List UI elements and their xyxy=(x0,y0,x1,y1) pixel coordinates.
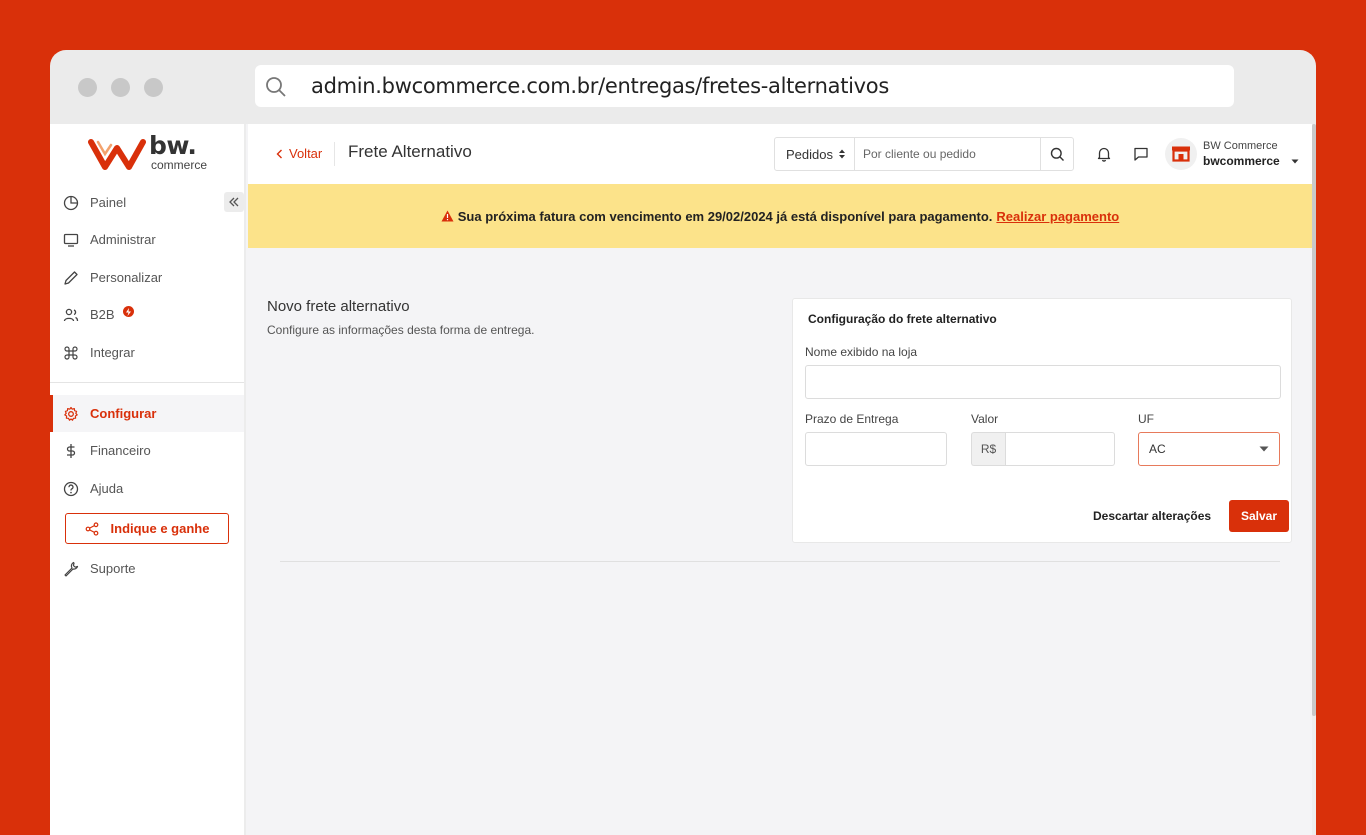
account-menu[interactable]: BW Commerce bwcommerce xyxy=(1203,139,1280,169)
sidebar-item-configurar[interactable]: Configurar xyxy=(50,395,244,432)
bw-logo-icon xyxy=(88,139,146,170)
section-title: Novo frete alternativo xyxy=(267,298,410,315)
window-controls xyxy=(78,78,163,97)
discard-changes-button[interactable]: Descartar alterações xyxy=(1093,509,1211,523)
currency-prefix: R$ xyxy=(971,432,1005,466)
sidebar-item-label: Personalizar xyxy=(90,270,163,285)
sidebar-divider xyxy=(50,382,244,383)
window-minimize-dot[interactable] xyxy=(111,78,130,97)
pencil-icon xyxy=(63,270,79,286)
search-scope-select[interactable]: Pedidos xyxy=(775,138,855,170)
sidebar-item-administrar[interactable]: Administrar xyxy=(50,221,244,258)
back-label: Voltar xyxy=(289,146,323,161)
store-icon xyxy=(1172,146,1190,162)
url-text: admin.bwcommerce.com.br/entregas/fretes-… xyxy=(311,74,889,98)
refer-button-label: Indique e ganhe xyxy=(110,521,210,536)
lightning-badge-icon xyxy=(122,306,134,317)
store-name-label: Nome exibido na loja xyxy=(805,345,918,359)
caret-down-icon[interactable] xyxy=(1291,151,1299,169)
dollar-icon xyxy=(63,443,79,459)
store-avatar[interactable] xyxy=(1165,138,1197,170)
bw-logo[interactable]: bw. commerce xyxy=(88,132,208,172)
page-title: Frete Alternativo xyxy=(348,142,472,161)
warning-icon xyxy=(441,210,454,222)
value-label: Valor xyxy=(971,412,999,426)
share-icon xyxy=(85,521,98,536)
invoice-alert-banner: Sua próxima fatura com vencimento em 29/… xyxy=(248,184,1312,248)
shipping-config-card: Configuração do frete alternativo Nome e… xyxy=(792,298,1292,543)
scrollbar-thumb[interactable] xyxy=(1312,124,1316,716)
sort-arrows-icon xyxy=(839,149,845,159)
messages-button[interactable] xyxy=(1133,146,1149,167)
window-close-dot[interactable] xyxy=(78,78,97,97)
window-maximize-dot[interactable] xyxy=(144,78,163,97)
uf-selected-value: AC xyxy=(1149,442,1166,456)
browser-window: admin.bwcommerce.com.br/entregas/fretes-… xyxy=(50,50,1316,835)
sidebar-item-b2b[interactable]: B2B xyxy=(50,296,244,333)
admin-app: bw. commerce Painel Administrar Personal… xyxy=(50,124,1316,835)
top-bar: Voltar Frete Alternativo Pedidos Por cli… xyxy=(248,124,1316,184)
search-scope-value: Pedidos xyxy=(786,146,833,162)
logo-brand: bw. xyxy=(149,131,197,160)
sidebar-item-label: Suporte xyxy=(90,561,136,576)
account-name: BW Commerce xyxy=(1203,140,1278,152)
save-button[interactable]: Salvar xyxy=(1229,500,1289,532)
back-link[interactable]: Voltar xyxy=(276,146,322,161)
wrench-icon xyxy=(63,561,79,577)
sidebar-item-label: Administrar xyxy=(90,232,156,247)
sidebar-item-label: Painel xyxy=(90,195,127,210)
order-search-input[interactable] xyxy=(855,138,1040,170)
monitor-icon xyxy=(63,232,79,248)
chevron-left-icon xyxy=(276,149,282,158)
search-icon xyxy=(1050,147,1064,161)
logo-sub: commerce xyxy=(151,158,208,172)
delivery-time-label: Prazo de Entrega xyxy=(805,412,899,426)
sidebar-item-label: B2B xyxy=(90,307,115,322)
refer-and-earn-button[interactable]: Indique e ganhe xyxy=(65,513,229,544)
message-square-icon xyxy=(1134,147,1148,161)
account-user: bwcommerce xyxy=(1203,154,1280,168)
sidebar-item-financeiro[interactable]: Financeiro xyxy=(50,432,244,469)
store-name-input[interactable] xyxy=(805,365,1281,399)
sidebar-item-label: Integrar xyxy=(90,345,135,360)
sidebar-item-label: Configurar xyxy=(90,406,157,421)
notifications-button[interactable] xyxy=(1096,146,1112,167)
sidebar-item-integrar[interactable]: Integrar xyxy=(50,334,244,371)
search-icon xyxy=(265,76,287,103)
sidebar-item-painel[interactable]: Painel xyxy=(50,184,244,221)
section-description: Configure as informações desta forma de … xyxy=(267,323,535,337)
uf-label: UF xyxy=(1138,412,1154,426)
sidebar-item-ajuda[interactable]: Ajuda xyxy=(50,470,244,507)
users-icon xyxy=(63,307,79,323)
search-button[interactable] xyxy=(1040,138,1073,170)
uf-select[interactable]: AC xyxy=(1138,432,1280,466)
sidebar: bw. commerce Painel Administrar Personal… xyxy=(50,124,246,835)
bell-icon xyxy=(1097,147,1111,162)
sidebar-item-suporte[interactable]: Suporte xyxy=(50,550,244,587)
delivery-time-input[interactable] xyxy=(805,432,947,466)
alert-text: Sua próxima fatura com vencimento em 29/… xyxy=(457,208,993,224)
caret-down-icon xyxy=(1259,446,1269,452)
help-circle-icon xyxy=(63,481,79,497)
order-search: Pedidos xyxy=(774,137,1074,171)
value-input[interactable] xyxy=(1005,432,1115,466)
content-divider xyxy=(280,561,1280,562)
gear-icon xyxy=(63,406,79,422)
sidebar-item-personalizar[interactable]: Personalizar xyxy=(50,259,244,296)
command-icon xyxy=(63,345,79,361)
sidebar-item-label: Financeiro xyxy=(90,443,151,458)
title-separator xyxy=(334,142,335,166)
pie-chart-icon xyxy=(63,195,79,211)
address-bar[interactable]: admin.bwcommerce.com.br/entregas/fretes-… xyxy=(255,65,1234,107)
sidebar-item-label: Ajuda xyxy=(90,481,124,496)
card-title: Configuração do frete alternativo xyxy=(808,312,997,326)
pay-now-link[interactable]: Realizar pagamento xyxy=(996,209,1119,224)
